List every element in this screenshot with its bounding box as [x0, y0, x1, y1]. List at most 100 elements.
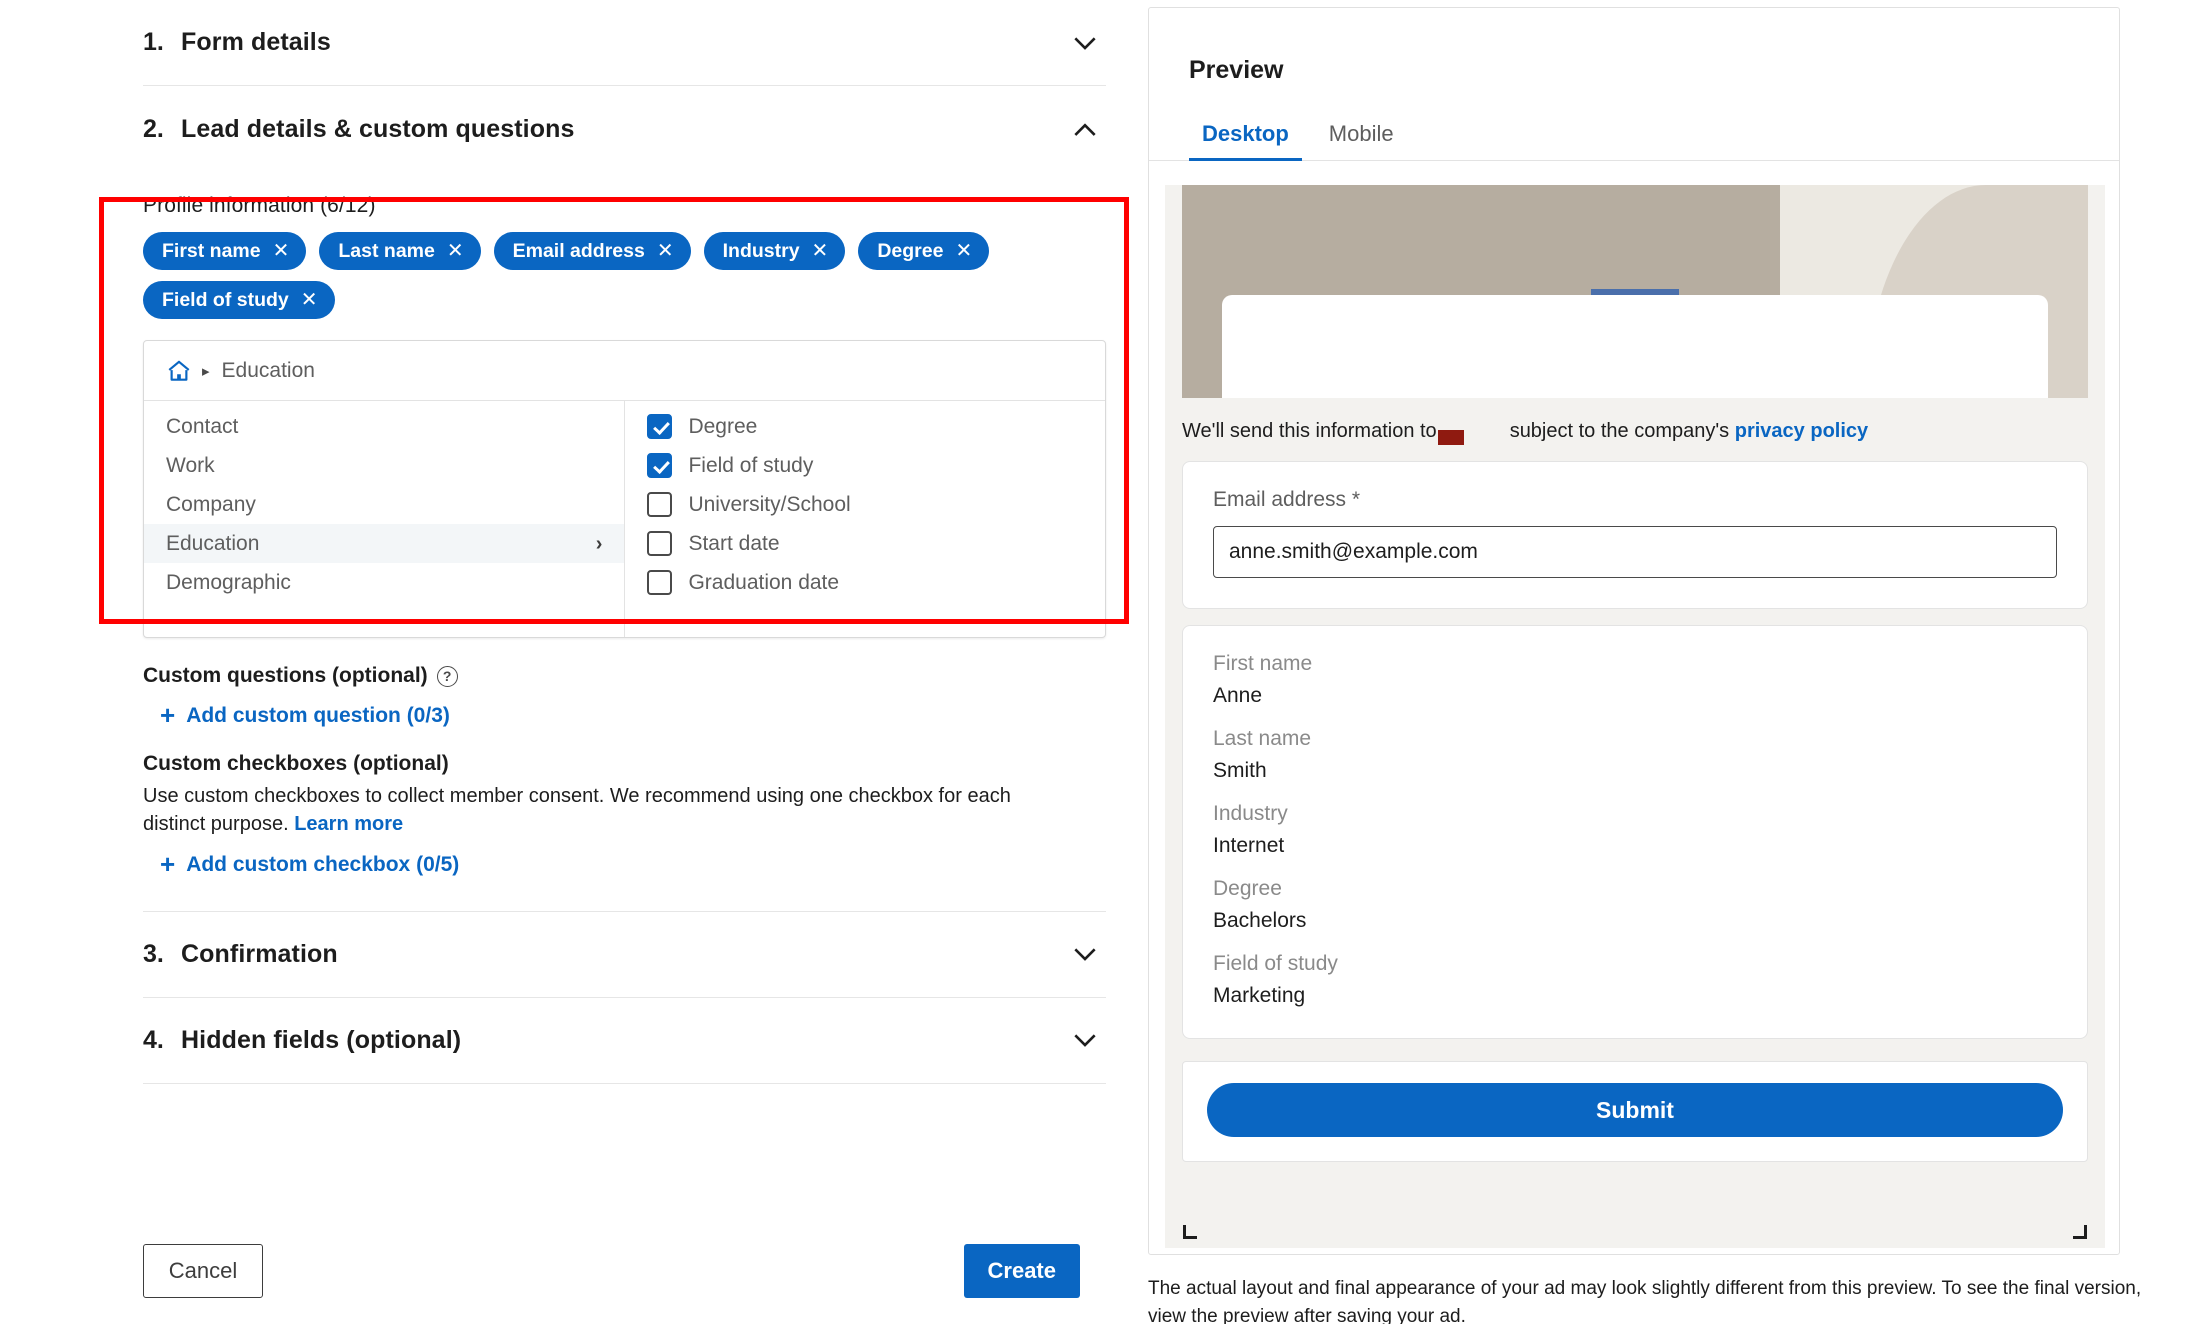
lead-details-body: Profile information (6/12) First name ✕ … [143, 172, 1106, 887]
field-value: Internet [1213, 834, 1285, 857]
breadcrumb-separator-icon: ▸ [202, 362, 210, 380]
description-text: Use custom checkboxes to collect member … [143, 785, 1011, 836]
category-label: Company [166, 492, 256, 516]
field-value: Marketing [1213, 984, 1306, 1007]
chevron-down-icon[interactable] [1070, 1025, 1100, 1055]
chevron-down-icon[interactable] [1070, 939, 1100, 969]
email-field-label: Email address * [1213, 488, 1361, 511]
category-item-work[interactable]: Work [144, 446, 624, 485]
consent-note-prefix: We'll send this information to [1182, 420, 1437, 442]
submit-card: Submit [1182, 1061, 2088, 1162]
chevron-up-icon[interactable] [1070, 114, 1100, 144]
accordion-section-hidden-fields[interactable]: 4. Hidden fields (optional) [143, 998, 1106, 1084]
tab-desktop[interactable]: Desktop [1189, 121, 1302, 161]
field-option-label: Start date [688, 531, 780, 555]
ad-preview-card: We'll send this information to subject to… [1182, 185, 2088, 1162]
field-pill-degree[interactable]: Degree ✕ [858, 232, 990, 270]
add-custom-checkbox-label: Add custom checkbox (0/5) [186, 852, 460, 876]
field-pill-first-name[interactable]: First name ✕ [143, 232, 307, 270]
breadcrumb-current: Education [221, 358, 315, 382]
section-title: Lead details & custom questions [181, 114, 575, 143]
pill-label: Field of study [162, 288, 289, 311]
remove-icon[interactable]: ✕ [301, 290, 318, 310]
field-option-start-date[interactable]: Start date [625, 524, 1105, 563]
accordion-section-form-details[interactable]: 1. Form details [143, 0, 1106, 86]
pill-label: First name [162, 239, 261, 262]
redacted-company-block [1437, 430, 1464, 445]
create-button[interactable]: Create [963, 1244, 1080, 1298]
field-pill-last-name[interactable]: Last name ✕ [319, 232, 481, 270]
category-list: Contact Work Company Education › Demogra… [144, 401, 626, 637]
add-custom-question-button[interactable]: + Add custom question (0/3) [143, 694, 450, 738]
field-value: Bachelors [1213, 909, 1307, 932]
tab-label: Mobile [1328, 121, 1394, 146]
resize-handle-bottom-right[interactable] [2073, 1225, 2087, 1239]
checkbox-field-of-study[interactable] [647, 453, 673, 478]
help-circle-icon[interactable]: ? [436, 665, 458, 687]
preview-field-first-name: First name Anne [1213, 652, 2057, 708]
selected-fields-pill-list: First name ✕ Last name ✕ Email address ✕… [143, 232, 1106, 319]
section-number: 1. [143, 28, 164, 56]
remove-icon[interactable]: ✕ [955, 241, 972, 261]
remove-icon[interactable]: ✕ [447, 241, 464, 261]
preview-disclaimer: The actual layout and final appearance o… [1148, 1278, 2142, 1324]
section-title: Confirmation [181, 939, 338, 968]
privacy-policy-link[interactable]: privacy policy [1735, 420, 1868, 443]
resize-handle-bottom-left[interactable] [1183, 1225, 1197, 1239]
field-label: Last name [1213, 727, 1312, 750]
tab-mobile[interactable]: Mobile [1316, 121, 1407, 160]
pill-label: Industry [722, 239, 800, 262]
field-option-graduation-date[interactable]: Graduation date [625, 563, 1105, 602]
preview-field-field-of-study: Field of study Marketing [1213, 952, 2057, 1008]
category-label: Contact [166, 414, 239, 438]
checkbox-university-school[interactable] [647, 492, 673, 517]
remove-icon[interactable]: ✕ [812, 241, 829, 261]
accordion-section-confirmation[interactable]: 3. Confirmation [143, 912, 1106, 998]
field-label: First name [1213, 652, 1313, 675]
custom-checkboxes-description: Use custom checkboxes to collect member … [143, 782, 1078, 839]
category-label: Work [166, 453, 215, 477]
checkbox-graduation-date[interactable] [647, 570, 673, 595]
field-option-field-of-study[interactable]: Field of study [625, 446, 1105, 485]
section-title: Form details [181, 28, 331, 56]
email-field-card: Email address * [1182, 461, 2088, 609]
cancel-button[interactable]: Cancel [143, 1244, 263, 1298]
ad-hero-image [1182, 185, 2088, 398]
preview-field-degree: Degree Bachelors [1213, 877, 2057, 933]
field-option-degree[interactable]: Degree [625, 407, 1105, 446]
field-picker-panel: ▸ Education Contact Work Company Educati… [143, 340, 1106, 638]
category-label: Demographic [166, 570, 291, 594]
field-pill-email-address[interactable]: Email address ✕ [493, 232, 691, 270]
category-item-demographic[interactable]: Demographic [144, 563, 624, 602]
category-item-contact[interactable]: Contact [144, 407, 624, 446]
field-option-university-school[interactable]: University/School [625, 485, 1105, 524]
remove-icon[interactable]: ✕ [273, 241, 290, 261]
field-pill-industry[interactable]: Industry ✕ [703, 232, 846, 270]
custom-questions-label: Custom questions (optional) ? [143, 664, 1106, 688]
field-pill-field-of-study[interactable]: Field of study ✕ [143, 281, 335, 319]
category-item-company[interactable]: Company [144, 485, 624, 524]
email-input[interactable] [1213, 526, 2057, 578]
hero-white-overlay [1222, 295, 2048, 398]
learn-more-link[interactable]: Learn more [294, 813, 403, 835]
remove-icon[interactable]: ✕ [657, 241, 674, 261]
accordion-section-lead-details[interactable]: 2. Lead details & custom questions [143, 86, 1106, 172]
pill-label: Degree [877, 239, 944, 262]
chevron-down-icon[interactable] [1070, 28, 1100, 58]
section-title: Hidden fields (optional) [181, 1025, 462, 1054]
checkbox-start-date[interactable] [647, 531, 673, 556]
field-value: Anne [1213, 684, 1263, 707]
tab-label: Desktop [1202, 121, 1289, 146]
lead-gen-form-editor: 1. Form details 2. Lead details & custom… [0, 0, 2194, 1324]
pill-label: Last name [338, 239, 435, 262]
checkbox-degree[interactable] [647, 414, 673, 439]
preview-stage: We'll send this information to subject to… [1165, 185, 2105, 1248]
field-checkbox-list: Degree Field of study University/School [625, 401, 1105, 637]
consent-note-suffix: subject to the company's [1509, 420, 1735, 442]
category-item-education[interactable]: Education › [144, 524, 625, 563]
section-number: 3. [143, 939, 164, 968]
field-option-label: Graduation date [688, 570, 840, 594]
add-custom-checkbox-button[interactable]: + Add custom checkbox (0/5) [143, 843, 459, 887]
home-icon[interactable] [166, 358, 192, 384]
submit-button[interactable]: Submit [1207, 1083, 2063, 1137]
